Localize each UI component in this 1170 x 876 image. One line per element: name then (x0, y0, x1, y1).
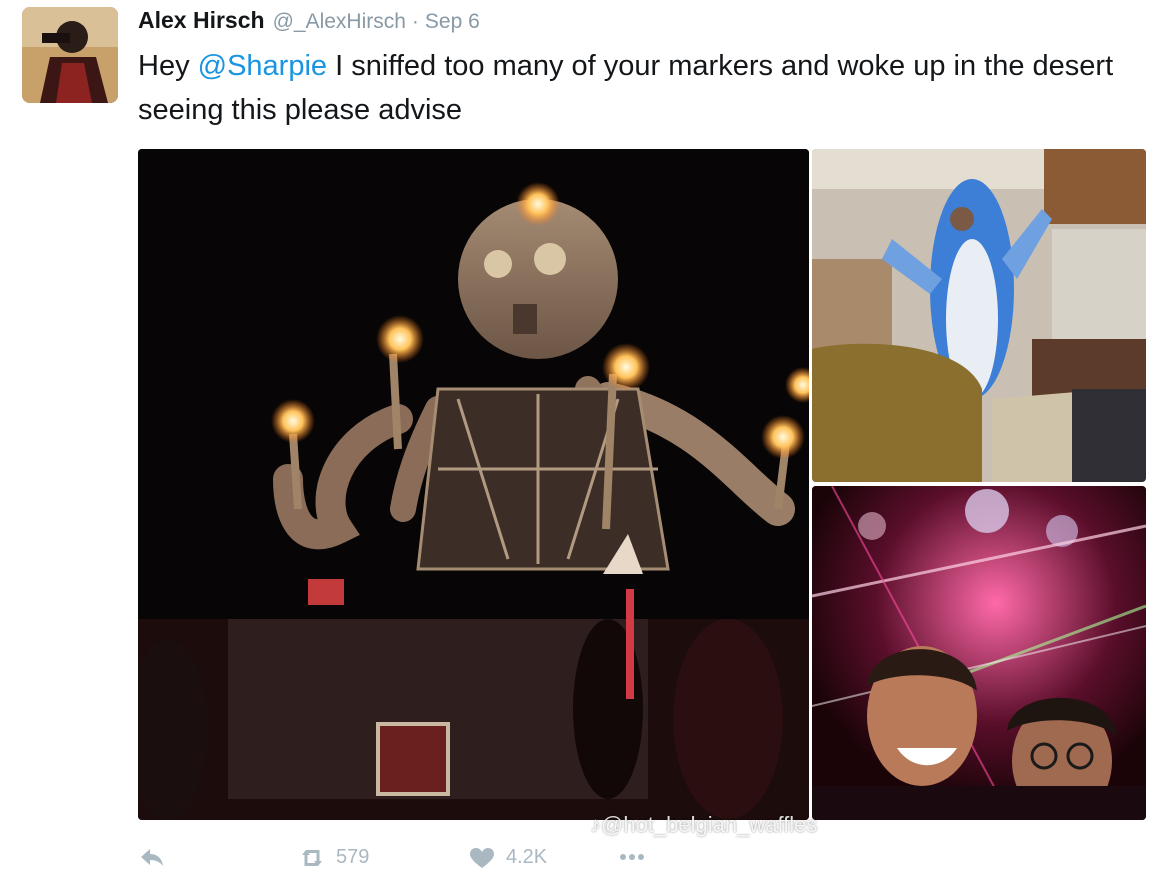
heart-icon (470, 847, 494, 868)
retweet-button[interactable]: 579 (298, 846, 369, 869)
header-separator: · (411, 10, 419, 33)
watermark: ♪@hot_belgian_waffles (590, 812, 817, 838)
like-count: 4.2K (506, 846, 548, 868)
media-photo-octopus[interactable] (138, 149, 809, 820)
media-photo-shark[interactable] (812, 149, 1146, 482)
author-handle[interactable]: @_AlexHirsch (273, 10, 406, 34)
mention-link[interactable]: @Sharpie (198, 50, 327, 82)
reply-button[interactable] (138, 846, 166, 868)
tiktok-icon: ♪ (590, 812, 601, 837)
retweet-icon (302, 849, 322, 866)
tweet-actions: 579 4.2K (138, 846, 838, 876)
tweet-date[interactable]: Sep 6 (425, 10, 480, 34)
reply-icon (141, 849, 163, 866)
tweet-text-before-mention: Hey (138, 50, 198, 82)
more-button[interactable] (618, 846, 646, 868)
more-icon (620, 854, 644, 860)
retweet-count: 579 (336, 846, 370, 868)
tweet-header: Alex Hirsch @_AlexHirsch · Sep 6 (138, 7, 480, 37)
media-photo-selfie[interactable] (812, 486, 1146, 820)
author-name[interactable]: Alex Hirsch (138, 7, 265, 34)
tweet-text: Hey @Sharpie I sniffed too many of your … (138, 44, 1138, 132)
watermark-text: @hot_belgian_waffles (601, 812, 818, 837)
like-button[interactable]: 4.2K (468, 846, 547, 869)
author-avatar[interactable] (22, 7, 118, 103)
